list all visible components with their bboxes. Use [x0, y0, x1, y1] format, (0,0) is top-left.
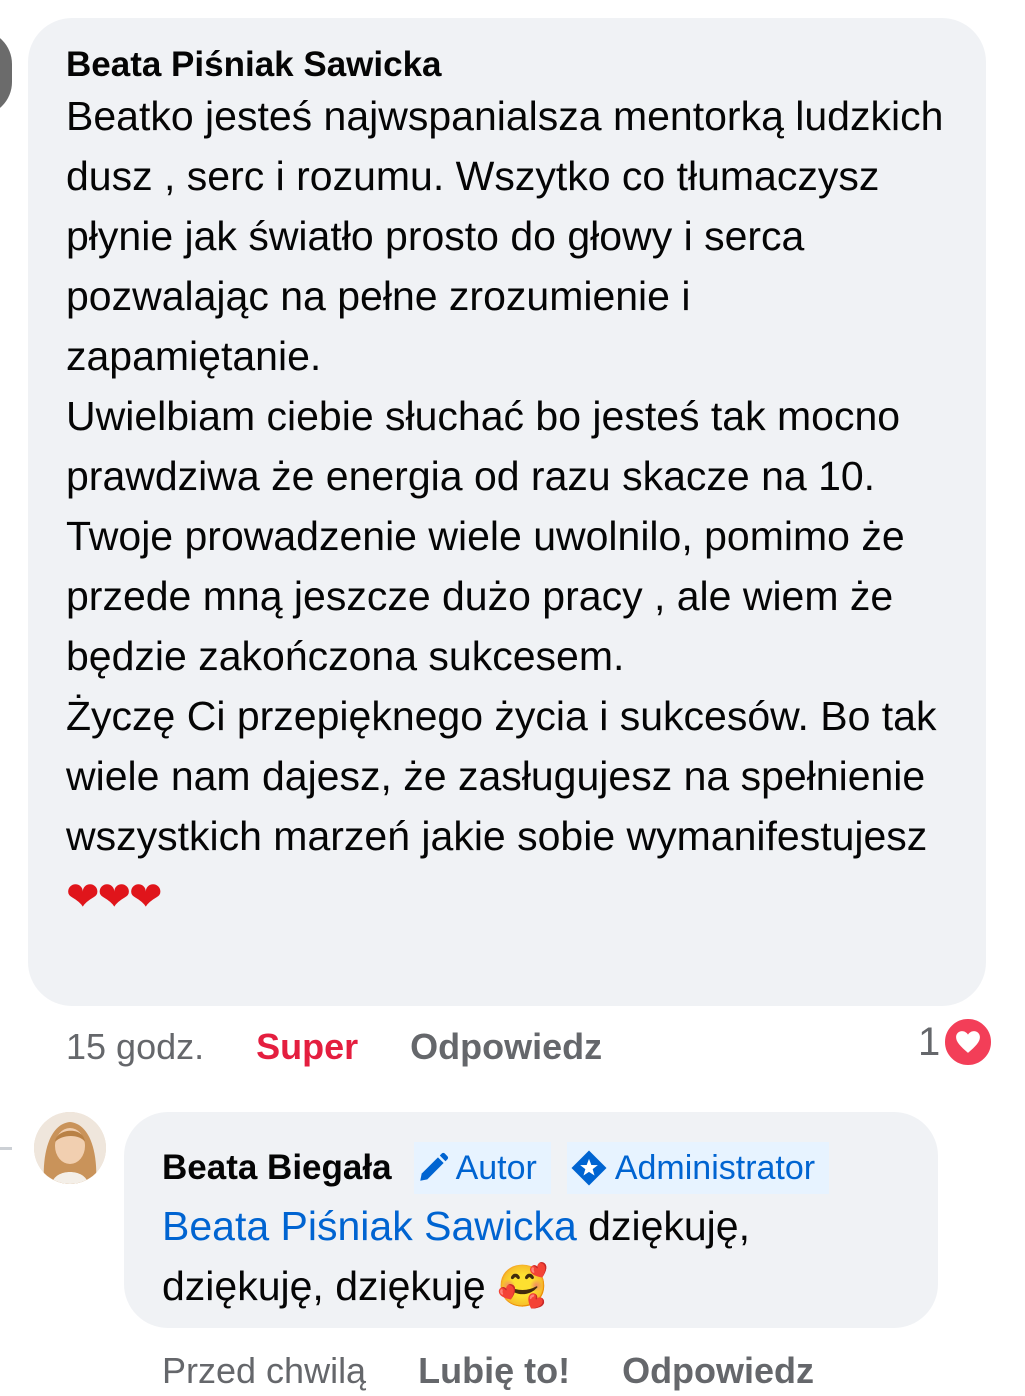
- love-reaction-icon: [942, 1016, 995, 1068]
- mention-link[interactable]: Beata Piśniak Sawicka: [162, 1203, 577, 1249]
- comment-timestamp[interactable]: 15 godz.: [66, 1026, 204, 1068]
- reply-header: Beata Biegała Autor Administrator: [162, 1142, 900, 1194]
- comment-bubble: Beata Piśniak Sawicka Beatko jesteś najw…: [28, 18, 986, 1006]
- author-badge-label: Autor: [455, 1148, 537, 1187]
- comment-actions: 15 godz. Super Odpowiedz: [66, 1022, 602, 1072]
- reply-button[interactable]: Odpowiedz: [410, 1026, 602, 1068]
- author-badge: Autor: [413, 1142, 551, 1194]
- super-reaction-button[interactable]: Super: [256, 1026, 358, 1068]
- comment-text: Beatko jesteś najwspanialsza mentorką lu…: [66, 86, 948, 927]
- reply-text: Beata Piśniak Sawicka dziękuję, dziękuję…: [162, 1196, 900, 1316]
- admin-badge-label: Administrator: [614, 1148, 816, 1187]
- admin-badge: Administrator: [566, 1142, 830, 1194]
- smiling-face-with-hearts-icon: 🥰: [497, 1263, 549, 1309]
- like-button[interactable]: Lubię to!: [418, 1350, 570, 1392]
- reply-bubble: Beata Biegała Autor Administrator Beata …: [124, 1112, 938, 1328]
- reaction-count: 1: [918, 1019, 941, 1064]
- comment-body: Beatko jesteś najwspanialsza mentorką lu…: [66, 93, 944, 859]
- reply-author-avatar[interactable]: [34, 1112, 106, 1184]
- reply-author-name[interactable]: Beata Biegała: [162, 1148, 392, 1188]
- reply-timestamp[interactable]: Przed chwilą: [162, 1350, 366, 1392]
- comment-author-name[interactable]: Beata Piśniak Sawicka: [66, 44, 948, 86]
- thread-connector: [0, 1147, 12, 1150]
- reply-actions: Przed chwilą Lubię to! Odpowiedz: [162, 1346, 814, 1396]
- heart-emoji-icons: ❤❤❤: [66, 875, 163, 919]
- commenter-avatar[interactable]: [0, 30, 12, 116]
- pencil-icon: [419, 1152, 448, 1181]
- reply-to-reply-button[interactable]: Odpowiedz: [622, 1350, 814, 1392]
- reaction-summary[interactable]: 1: [918, 1016, 995, 1068]
- admin-shield-icon: [571, 1150, 607, 1186]
